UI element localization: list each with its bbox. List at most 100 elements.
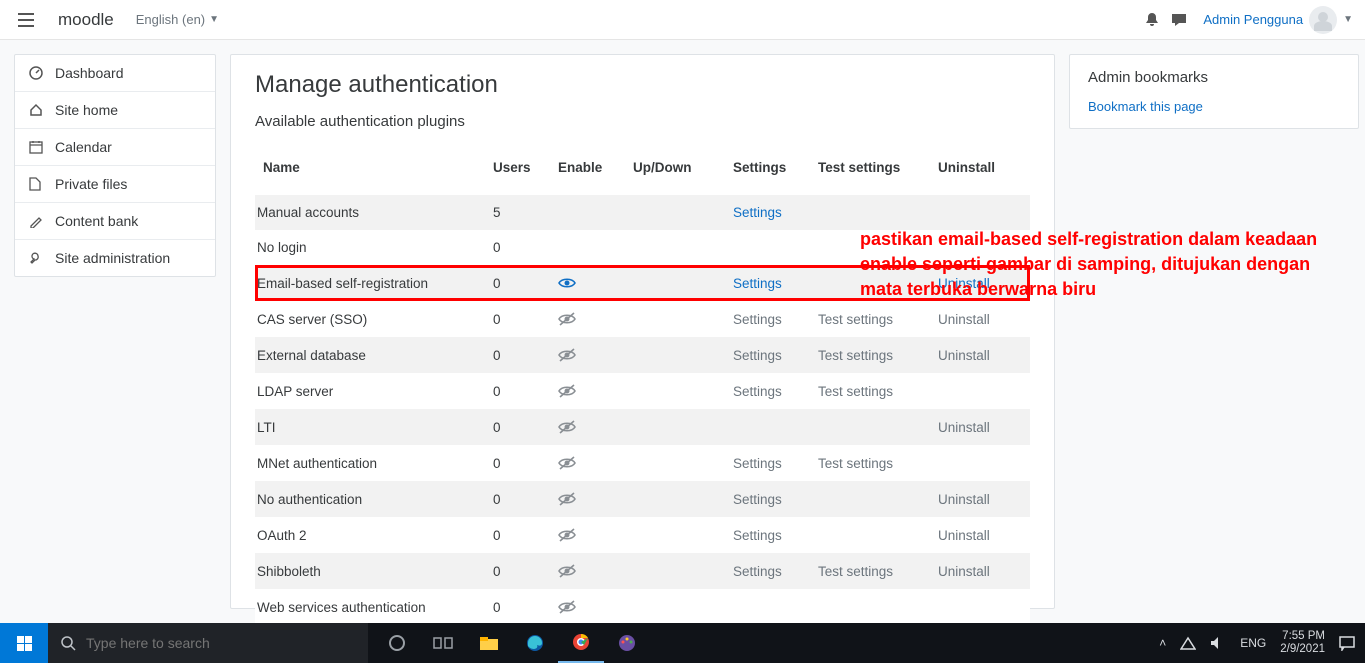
section-title: Available authentication plugins xyxy=(255,113,1030,130)
taskbar-search-input[interactable] xyxy=(86,635,356,651)
taskbar-search[interactable] xyxy=(48,623,368,663)
th-settings: Settings xyxy=(725,150,810,195)
cell-name: CAS server (SSO) xyxy=(255,301,485,337)
system-tray: ˄ ENG 7:55 PM 2/9/2021 xyxy=(1159,630,1365,656)
cell-enable xyxy=(550,230,625,265)
settings-link: Settings xyxy=(733,456,782,471)
cell-name: Manual accounts xyxy=(255,195,485,230)
cell-users: 0 xyxy=(485,589,550,623)
cell-settings xyxy=(725,589,810,623)
cell-enable xyxy=(550,409,625,445)
sidebar-item-label: Content bank xyxy=(55,213,138,229)
navbar: moodle English (en) ▼ Admin Pengguna ▼ xyxy=(0,0,1365,40)
avatar[interactable] xyxy=(1309,6,1337,34)
cell-test: Test settings xyxy=(810,337,930,373)
cell-users: 0 xyxy=(485,337,550,373)
cell-updown xyxy=(625,265,725,301)
cell-uninstall: Uninstall xyxy=(930,301,1030,337)
user-menu-name[interactable]: Admin Pengguna xyxy=(1203,12,1303,27)
settings-link[interactable]: Settings xyxy=(733,276,782,291)
cell-test xyxy=(810,409,930,445)
cell-users: 5 xyxy=(485,195,550,230)
sidebar-item-site-home[interactable]: Site home xyxy=(15,91,215,128)
cell-settings: Settings xyxy=(725,553,810,589)
cell-updown xyxy=(625,553,725,589)
th-enable: Enable xyxy=(550,150,625,195)
cell-users: 0 xyxy=(485,445,550,481)
cell-enable xyxy=(550,373,625,409)
table-row: MNet authentication0SettingsTest setting… xyxy=(255,445,1030,481)
eye-closed-icon[interactable] xyxy=(558,599,617,615)
file-explorer-icon[interactable] xyxy=(466,623,512,663)
cell-enable xyxy=(550,589,625,623)
language-selector[interactable]: English (en) ▼ xyxy=(136,12,219,27)
th-updown: Up/Down xyxy=(625,150,725,195)
volume-icon[interactable] xyxy=(1210,636,1226,650)
cell-test: Test settings xyxy=(810,301,930,337)
table-row: LDAP server0SettingsTest settings xyxy=(255,373,1030,409)
th-test: Test settings xyxy=(810,150,930,195)
eye-closed-icon[interactable] xyxy=(558,347,617,363)
notifications-icon[interactable] xyxy=(1145,12,1171,28)
table-row: Manual accounts5 Settings xyxy=(255,195,1030,230)
cell-enable xyxy=(550,445,625,481)
admin-bookmarks-title: Admin bookmarks xyxy=(1088,69,1340,86)
cell-updown xyxy=(625,301,725,337)
sidebar-item-content-bank[interactable]: Content bank xyxy=(15,202,215,239)
edge-icon[interactable] xyxy=(512,623,558,663)
eye-open-icon[interactable] xyxy=(558,275,617,291)
eye-closed-icon[interactable] xyxy=(558,527,617,543)
cell-users: 0 xyxy=(485,301,550,337)
start-button[interactable] xyxy=(0,623,48,663)
cell-settings: Settings xyxy=(725,481,810,517)
cell-test: Test settings xyxy=(810,445,930,481)
chrome-icon[interactable] xyxy=(558,623,604,663)
task-view-icon[interactable] xyxy=(420,623,466,663)
settings-link[interactable]: Settings xyxy=(733,205,782,220)
taskbar-clock[interactable]: 7:55 PM 2/9/2021 xyxy=(1280,630,1325,656)
paint-app-icon[interactable] xyxy=(604,623,650,663)
tray-lang[interactable]: ENG xyxy=(1240,636,1266,650)
cell-enable xyxy=(550,301,625,337)
eye-closed-icon[interactable] xyxy=(558,563,617,579)
cell-uninstall xyxy=(930,445,1030,481)
uninstall-link: Uninstall xyxy=(938,564,990,579)
cell-settings xyxy=(725,230,810,265)
language-label: English (en) xyxy=(136,12,205,27)
user-menu-caret-icon[interactable]: ▼ xyxy=(1343,14,1353,25)
sidebar-item-calendar[interactable]: Calendar xyxy=(15,128,215,165)
cell-name: Shibboleth xyxy=(255,553,485,589)
cell-users: 0 xyxy=(485,373,550,409)
cell-uninstall xyxy=(930,195,1030,230)
cell-updown xyxy=(625,589,725,623)
cell-test xyxy=(810,517,930,553)
cell-test xyxy=(810,195,930,230)
eye-closed-icon[interactable] xyxy=(558,419,617,435)
sidebar-item-private-files[interactable]: Private files xyxy=(15,165,215,202)
table-row: OAuth 20SettingsUninstall xyxy=(255,517,1030,553)
cell-updown xyxy=(625,409,725,445)
settings-link: Settings xyxy=(733,564,782,579)
cell-name: OAuth 2 xyxy=(255,517,485,553)
nav-drawer-toggle[interactable] xyxy=(12,6,40,34)
eye-closed-icon[interactable] xyxy=(558,383,617,399)
cortana-icon[interactable] xyxy=(374,623,420,663)
network-icon[interactable] xyxy=(1180,636,1196,650)
dashboard-icon xyxy=(29,66,45,80)
action-center-icon[interactable] xyxy=(1339,635,1355,651)
cell-uninstall xyxy=(930,589,1030,623)
eye-closed-icon[interactable] xyxy=(558,491,617,507)
bookmark-this-page-link[interactable]: Bookmark this page xyxy=(1088,99,1203,114)
cell-users: 0 xyxy=(485,409,550,445)
cell-settings: Settings xyxy=(725,517,810,553)
uninstall-link: Uninstall xyxy=(938,348,990,363)
caret-down-icon: ▼ xyxy=(209,14,219,25)
brand-name[interactable]: moodle xyxy=(58,10,114,30)
tray-chevron-icon[interactable]: ˄ xyxy=(1159,636,1166,650)
eye-closed-icon[interactable] xyxy=(558,455,617,471)
sidebar-item-label: Calendar xyxy=(55,139,112,155)
eye-closed-icon[interactable] xyxy=(558,311,617,327)
sidebar-item-dashboard[interactable]: Dashboard xyxy=(15,55,215,91)
messages-icon[interactable] xyxy=(1171,13,1197,27)
sidebar-item-site-admin[interactable]: Site administration xyxy=(15,239,215,276)
